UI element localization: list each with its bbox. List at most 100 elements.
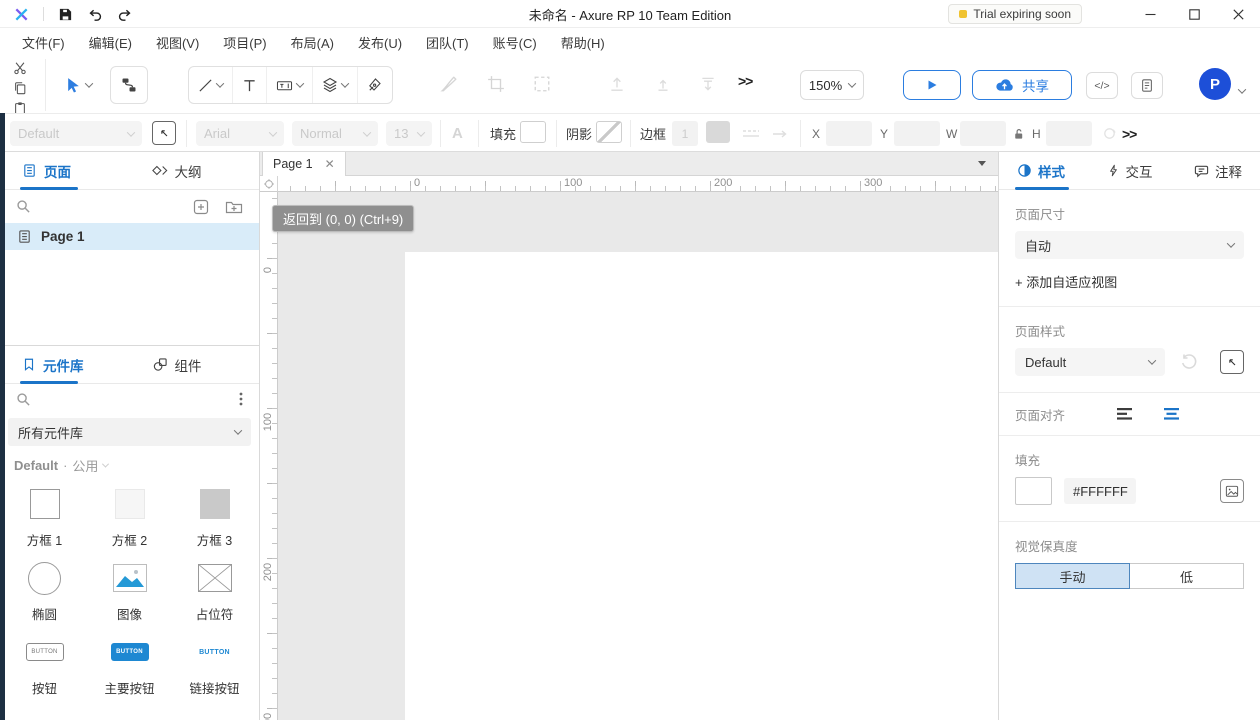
- selection-tool-button[interactable]: [55, 66, 101, 104]
- widget-h2[interactable]: H2: [87, 703, 172, 720]
- kebab-menu-icon[interactable]: [239, 391, 243, 407]
- shadow-label: 阴影: [566, 121, 592, 146]
- tab-list-caret-icon[interactable]: [978, 161, 986, 166]
- format-painter-icon: [440, 75, 458, 93]
- font-weight-select[interactable]: Normal: [292, 121, 378, 146]
- add-adaptive-view-link[interactable]: + 添加自适应视图: [1015, 272, 1244, 291]
- style-picker-button[interactable]: [1220, 350, 1244, 374]
- widget-primary-button[interactable]: BUTTON主要按钮: [87, 629, 172, 703]
- add-page-icon[interactable]: [193, 199, 209, 215]
- preview-button[interactable]: [903, 70, 961, 100]
- x-field[interactable]: [826, 121, 872, 146]
- tab-notes[interactable]: 注释: [1194, 152, 1242, 189]
- account-avatar[interactable]: P: [1199, 68, 1231, 100]
- widget-ellipse[interactable]: 椭圆: [2, 555, 87, 629]
- close-tab-icon[interactable]: ✕: [325, 157, 335, 171]
- tab-widget-library[interactable]: 元件库: [0, 346, 130, 383]
- menu-view[interactable]: 视图(V): [144, 28, 211, 57]
- maximize-button[interactable]: [1172, 0, 1216, 28]
- tab-components[interactable]: 组件: [130, 346, 260, 383]
- style-picker-button[interactable]: [152, 121, 176, 145]
- trial-badge[interactable]: Trial expiring soon: [948, 4, 1082, 24]
- menu-layout[interactable]: 布局(A): [279, 28, 346, 57]
- menu-team[interactable]: 团队(T): [414, 28, 481, 57]
- h-field[interactable]: [1046, 121, 1092, 146]
- textfield-tool-button[interactable]: [266, 67, 312, 103]
- formatbar-more-button[interactable]: >>: [1122, 121, 1136, 146]
- notes-doc-button[interactable]: [1131, 72, 1163, 99]
- code-button[interactable]: </>: [1086, 72, 1118, 99]
- menu-edit[interactable]: 编辑(E): [77, 28, 144, 57]
- chevron-down-icon: [848, 79, 856, 87]
- fidelity-manual-option[interactable]: 手动: [1015, 563, 1130, 589]
- line-tool-button[interactable]: [189, 67, 232, 103]
- tab-pages[interactable]: 页面: [0, 152, 130, 189]
- search-icon[interactable]: [16, 199, 31, 214]
- widget-placeholder[interactable]: 占位符: [172, 555, 257, 629]
- widget-box3[interactable]: 方框 3: [172, 481, 257, 555]
- close-button[interactable]: [1216, 0, 1260, 28]
- page-canvas[interactable]: [405, 252, 998, 720]
- widget-h1[interactable]: H1: [2, 703, 87, 720]
- widget-box2[interactable]: 方框 2: [87, 481, 172, 555]
- font-family-select[interactable]: Arial: [196, 121, 284, 146]
- widget-style-select[interactable]: Default: [10, 121, 142, 146]
- share-button[interactable]: 共享: [972, 70, 1072, 100]
- primary-button-icon: BUTTON: [111, 643, 149, 661]
- widget-image[interactable]: 图像: [87, 555, 172, 629]
- minimize-button[interactable]: [1128, 0, 1172, 28]
- fill-hex-field[interactable]: #FFFFFF: [1064, 478, 1136, 504]
- border-color-swatch[interactable]: [706, 121, 730, 143]
- font-color-button[interactable]: A: [452, 121, 463, 146]
- library-section-header[interactable]: Default · 公用: [0, 452, 259, 477]
- canvas-tab-page1[interactable]: Page 1 ✕: [262, 152, 346, 176]
- toolbar-more-button[interactable]: >>: [738, 73, 752, 89]
- zoom-select[interactable]: 150%: [800, 70, 864, 100]
- menu-account[interactable]: 账号(C): [481, 28, 549, 57]
- lock-ratio-icon[interactable]: [1012, 121, 1025, 146]
- fill-color-swatch[interactable]: [520, 121, 546, 143]
- text-tool-button[interactable]: [232, 67, 266, 103]
- widget-link-button[interactable]: BUTTON链接按钮: [172, 629, 257, 703]
- tab-style[interactable]: 样式: [1017, 152, 1065, 189]
- box3-icon: [200, 489, 230, 519]
- menu-file[interactable]: 文件(F): [10, 28, 77, 57]
- widget-h3[interactable]: H3: [172, 703, 257, 720]
- pen-tool-button[interactable]: [357, 67, 392, 103]
- fill-image-button[interactable]: [1220, 479, 1244, 503]
- menu-help[interactable]: 帮助(H): [549, 28, 617, 57]
- connector-tool-button[interactable]: [110, 66, 148, 104]
- library-filter-select[interactable]: 所有元件库: [8, 418, 251, 446]
- align-left-icon[interactable]: [1117, 407, 1136, 421]
- left-sidebar: 页面 大纲 Page: [0, 152, 260, 720]
- search-icon[interactable]: [16, 392, 31, 407]
- page-size-select[interactable]: 自动: [1015, 231, 1244, 259]
- tab-interactions[interactable]: 交互: [1107, 152, 1153, 189]
- tab-outline[interactable]: 大纲: [130, 152, 260, 189]
- fidelity-low-option[interactable]: 低: [1130, 563, 1244, 589]
- cursor-box-icon: [1226, 356, 1238, 368]
- trial-dot-icon: [959, 10, 967, 18]
- font-size-select[interactable]: 13: [386, 121, 432, 146]
- widget-button[interactable]: BUTTON按钮: [2, 629, 87, 703]
- ruler-origin-corner[interactable]: [260, 176, 278, 192]
- page-style-select[interactable]: Default: [1015, 348, 1165, 376]
- avatar-chevron-icon[interactable]: [1238, 85, 1246, 93]
- shapes-tool-button[interactable]: [312, 67, 357, 103]
- menu-project[interactable]: 项目(P): [211, 28, 278, 57]
- align-center-icon[interactable]: [1162, 407, 1181, 421]
- w-field[interactable]: [960, 121, 1006, 146]
- pages-section: 页面 大纲 Page: [0, 152, 259, 345]
- widget-box1[interactable]: 方框 1: [2, 481, 87, 555]
- cut-icon[interactable]: [13, 60, 27, 76]
- copy-icon[interactable]: [13, 80, 27, 96]
- shadow-swatch[interactable]: [596, 121, 622, 143]
- border-width-field[interactable]: 1: [672, 121, 698, 146]
- vertical-ruler[interactable]: 0 100 200 300: [260, 192, 278, 720]
- page-list-item[interactable]: Page 1: [0, 223, 259, 250]
- add-folder-icon[interactable]: [225, 199, 243, 215]
- page-fill-swatch[interactable]: [1015, 477, 1052, 505]
- y-field[interactable]: [894, 121, 940, 146]
- menu-publish[interactable]: 发布(U): [346, 28, 414, 57]
- horizontal-ruler[interactable]: 0 100 200 300: [278, 176, 998, 192]
